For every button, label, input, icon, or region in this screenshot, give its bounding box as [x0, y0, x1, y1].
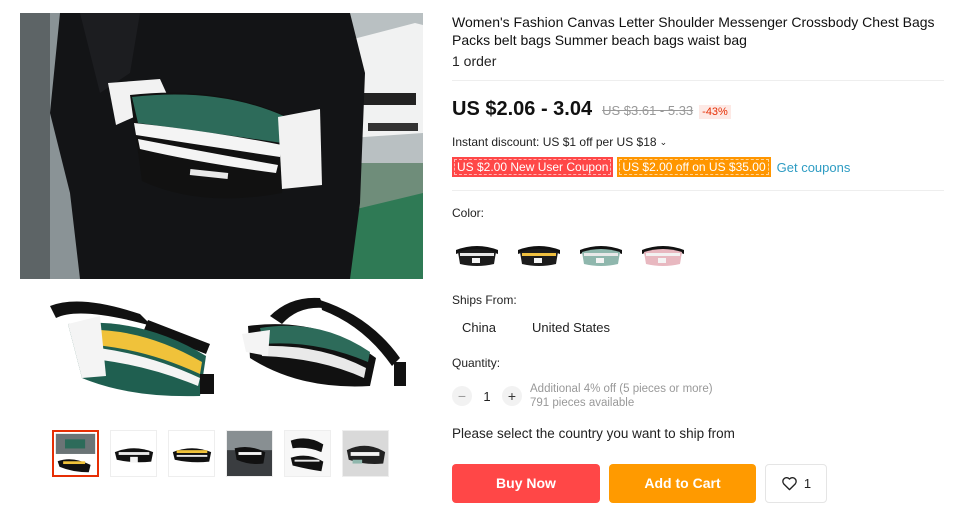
divider [452, 190, 944, 191]
thumbnail-6[interactable] [342, 430, 389, 477]
order-count: 1 order [452, 53, 497, 69]
thumbnail-4[interactable] [226, 430, 273, 477]
price-row: US $2.06 - 3.04 US $3.61 - 5.33 -43% [452, 98, 731, 121]
action-buttons: Buy Now Add to Cart 1 [452, 464, 827, 503]
add-to-cart-button[interactable]: Add to Cart [609, 464, 756, 503]
color-swatch-black[interactable] [452, 236, 502, 274]
color-swatch-green-white[interactable] [576, 236, 626, 274]
color-swatch-pink[interactable] [638, 236, 688, 274]
divider [452, 80, 944, 81]
color-swatch-black-yellow[interactable] [514, 236, 564, 274]
thumbnail-2[interactable] [110, 430, 157, 477]
ships-from-label: Ships From: [452, 293, 517, 307]
instant-discount[interactable]: Instant discount: US $1 off per US $18 ⌄ [452, 135, 667, 149]
store-coupon[interactable]: US $2.00 off on US $35.00 [617, 157, 771, 177]
quantity-label: Quantity: [452, 356, 501, 370]
decrease-quantity-button[interactable]: − [452, 386, 472, 406]
stock-available-note: 791 pieces available [530, 397, 635, 409]
bulk-discount-note: Additional 4% off (5 pieces or more) [530, 383, 713, 395]
thumbnail-strip [52, 430, 400, 477]
increase-quantity-button[interactable]: + [502, 386, 522, 406]
ship-country-message: Please select the country you want to sh… [452, 426, 735, 441]
new-user-coupon[interactable]: US $2.00 New User Coupon [452, 157, 614, 177]
product-collage-image [20, 286, 423, 416]
wishlist-count: 1 [803, 476, 812, 491]
swatch-bag-image [642, 246, 684, 266]
product-title: Women's Fashion Canvas Letter Shoulder M… [452, 14, 935, 48]
discount-badge: -43% [699, 105, 731, 119]
swatch-bag-image [456, 246, 498, 266]
ships-from-options: China United States [452, 318, 636, 337]
get-coupons-link[interactable]: Get coupons [777, 160, 851, 175]
chevron-down-icon: ⌄ [659, 136, 668, 147]
buy-now-button[interactable]: Buy Now [452, 464, 600, 503]
quantity-note: Additional 4% off (5 pieces or more) 791… [530, 382, 713, 410]
current-price: US $2.06 - 3.04 [452, 98, 593, 120]
swatch-bag-image [518, 246, 560, 266]
wishlist-button[interactable]: 1 [765, 464, 827, 503]
coupon-row: US $2.00 New User Coupon US $2.00 off on… [452, 157, 850, 177]
swatch-bag-image [580, 246, 622, 266]
ship-option-united-states[interactable]: United States [522, 318, 620, 337]
original-price: US $3.61 - 5.33 [602, 103, 694, 118]
thumbnail-3[interactable] [168, 430, 215, 477]
thumbnail-1[interactable] [52, 430, 99, 477]
color-options [452, 236, 700, 274]
heart-icon [782, 477, 797, 491]
color-label: Color: [452, 206, 485, 220]
quantity-value[interactable]: 1 [472, 389, 502, 404]
quantity-stepper: − 1 + Additional 4% off (5 pieces or mor… [452, 382, 713, 410]
thumbnail-5[interactable] [284, 430, 331, 477]
main-product-image[interactable] [20, 13, 423, 279]
ship-option-china[interactable]: China [452, 318, 506, 337]
instant-discount-label: Instant discount: US $1 off per US $18 [452, 135, 657, 149]
